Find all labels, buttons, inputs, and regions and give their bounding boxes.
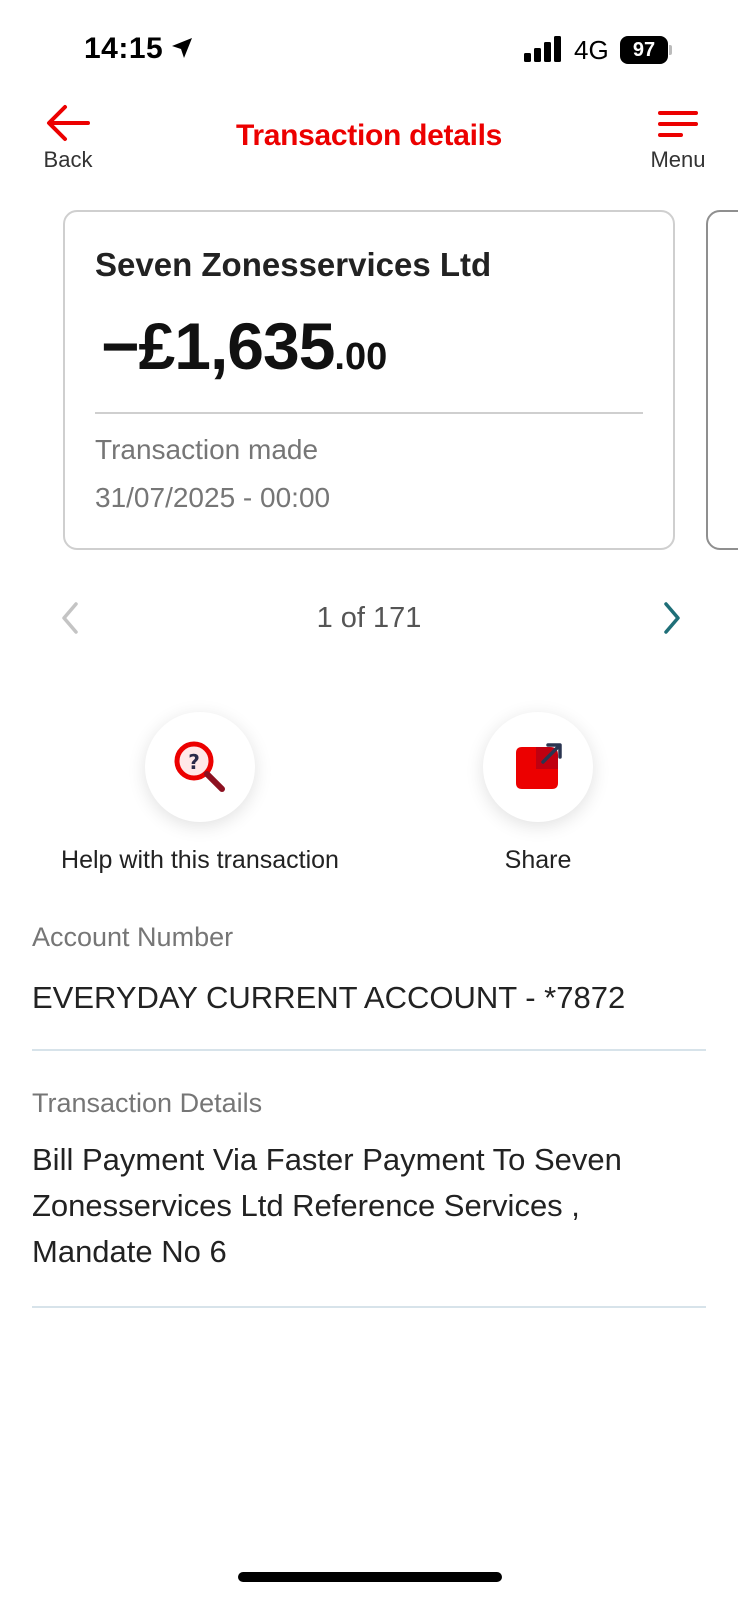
next-chevron-icon[interactable]	[658, 600, 686, 636]
hamburger-menu-icon	[658, 111, 698, 137]
location-arrow-icon	[172, 38, 192, 58]
svg-text:?: ?	[188, 750, 200, 774]
share-button[interactable]: Share	[438, 712, 638, 875]
help-action-circle: ?	[145, 712, 255, 822]
battery-icon: 97	[620, 36, 672, 64]
account-number-label: Account Number	[32, 922, 234, 952]
transaction-made-label: Transaction made	[95, 434, 319, 465]
home-indicator[interactable]	[238, 1572, 502, 1582]
pager-position: 1 of 171	[316, 602, 422, 634]
merchant-name: Seven Zonesservices Ltd	[95, 246, 492, 283]
network-type: 4G	[574, 35, 609, 65]
page-title: Transaction details	[235, 119, 503, 152]
status-bar: 14:15 4G 97	[0, 0, 738, 100]
status-time: 14:15	[84, 32, 164, 65]
transaction-amount: −£1,635.00	[101, 308, 387, 384]
transaction-pager: 1 of 171	[0, 590, 738, 650]
transaction-details-value: Bill Payment Via Faster Payment To Seven…	[32, 1142, 622, 1269]
amount-main: −£1,635	[101, 309, 335, 383]
divider	[32, 1306, 706, 1308]
menu-button[interactable]: Menu	[640, 105, 716, 183]
divider	[32, 1049, 706, 1051]
transaction-made-date: 31/07/2025 - 00:00	[95, 482, 331, 513]
signal-bars-icon	[524, 36, 561, 62]
app-header: Back Transaction details Menu	[0, 95, 738, 185]
help-with-transaction-button[interactable]: ? Help with this transaction	[40, 712, 360, 875]
share-action-circle	[483, 712, 593, 822]
battery-tip	[669, 45, 672, 55]
help-label: Help with this transaction	[61, 846, 339, 874]
amount-pence: .00	[334, 336, 388, 378]
help-magnifier-icon: ?	[174, 741, 225, 792]
battery-level: 97	[620, 36, 668, 64]
menu-label: Menu	[650, 147, 706, 172]
card-divider	[95, 412, 643, 414]
share-icon	[516, 743, 562, 789]
account-number-value: EVERYDAY CURRENT ACCOUNT - *7872	[32, 980, 626, 1015]
transaction-summary-card[interactable]: Seven Zonesservices Ltd −£1,635.00 Trans…	[63, 210, 675, 550]
transaction-details-label: Transaction Details	[32, 1088, 263, 1118]
share-label: Share	[504, 846, 572, 874]
account-number-section: Account Number EVERYDAY CURRENT ACCOUNT …	[32, 922, 706, 1021]
next-transaction-card-peek[interactable]	[706, 210, 738, 550]
transaction-details-section: Transaction Details Bill Payment Via Fas…	[32, 1088, 706, 1275]
